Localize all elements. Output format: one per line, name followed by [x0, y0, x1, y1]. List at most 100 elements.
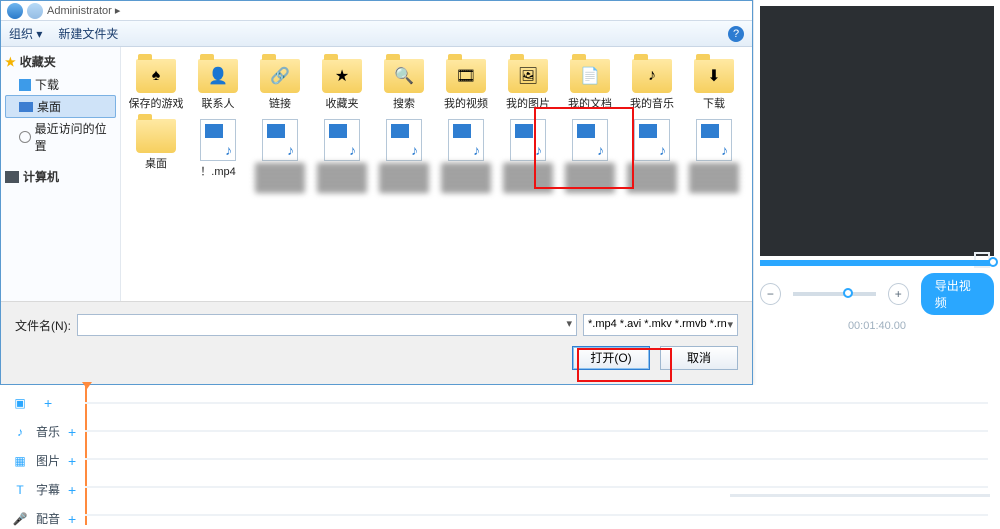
file-label-blurred [503, 163, 553, 193]
add-track-icon[interactable]: + [44, 395, 52, 411]
video-file-item[interactable] [249, 119, 311, 193]
video-file-icon [572, 119, 608, 161]
folder-item[interactable]: ★收藏夹 [311, 59, 373, 111]
track-lane[interactable] [85, 402, 988, 404]
folder-icon: 👤 [198, 59, 238, 93]
folder-label: 我的视频 [444, 95, 488, 111]
sidebar-item-recent[interactable]: 最近访问的位置 [5, 118, 116, 156]
file-name-input[interactable] [77, 314, 577, 336]
track-lane[interactable] [85, 430, 988, 432]
track-lane[interactable] [85, 458, 988, 460]
video-file-item[interactable] [621, 119, 683, 193]
sidebar-item-downloads[interactable]: 下载 [5, 74, 116, 95]
file-label: ！.mp4 [200, 163, 235, 179]
folder-label: 桌面 [145, 155, 167, 171]
video-file-item[interactable] [311, 119, 373, 193]
track-type-icon: ▦ [12, 454, 28, 468]
folder-icon: 🔍 [384, 59, 424, 93]
export-video-button[interactable]: 导出视频 [921, 273, 994, 315]
open-button[interactable]: 打开(O) [572, 346, 650, 370]
add-track-icon[interactable]: + [68, 424, 76, 440]
file-label-blurred [689, 163, 739, 193]
file-label-blurred [441, 163, 491, 193]
folder-label: 搜索 [393, 95, 415, 111]
computer-icon [5, 171, 19, 183]
file-label-blurred [379, 163, 429, 193]
video-file-icon [510, 119, 546, 161]
progress-knob-icon[interactable] [988, 257, 998, 267]
folder-label: 下载 [703, 95, 725, 111]
video-file-icon [696, 119, 732, 161]
desktop-icon [19, 102, 33, 112]
folder-item[interactable]: 📄 我的文档 [559, 59, 621, 111]
timeline-scrollbar[interactable] [730, 494, 990, 497]
video-file-item[interactable] [435, 119, 497, 193]
nav-back-icon[interactable] [7, 3, 23, 19]
sidebar-favorites-head[interactable]: ★ 收藏夹 [5, 53, 116, 70]
dialog-sidebar: ★ 收藏夹 下载 桌面 最近访问的位置 [1, 47, 121, 301]
video-file-item[interactable] [497, 119, 559, 193]
folder-label: 联系人 [202, 95, 235, 111]
new-folder-button[interactable]: 新建文件夹 [58, 25, 118, 42]
zoom-slider[interactable] [793, 292, 876, 296]
video-progress-bar[interactable] [760, 260, 994, 266]
folder-icon: 📄 [570, 59, 610, 93]
folder-item[interactable]: ⬇ 下载 [683, 59, 745, 111]
nav-fwd-icon[interactable] [27, 3, 43, 19]
file-open-dialog: Administrator ▸ 组织 ▾ 新建文件夹 ? ★ 收藏夹 下载 桌面 [0, 0, 753, 385]
track-header[interactable]: T 字幕 + [12, 481, 76, 498]
folder-item[interactable]: 🔍 搜索 [373, 59, 435, 111]
file-grid: ♠保存的游戏 👤 联系人 🔗链接★收藏夹 🔍 搜索 🎞 我的视频 🖼我的图片 📄 我的文档 ♪我的音乐… [121, 47, 752, 301]
folder-label: 我的文档 [568, 95, 612, 111]
folder-icon: 🎞 [446, 59, 486, 93]
track-header[interactable]: ♪音乐+ [12, 423, 76, 440]
cancel-button[interactable]: 取消 [660, 346, 738, 370]
folder-label: 链接 [269, 95, 291, 111]
video-file-item[interactable] [559, 119, 621, 193]
folder-item[interactable]: ♠保存的游戏 [125, 59, 187, 111]
add-track-icon[interactable]: + [68, 482, 76, 498]
grid-row: ♠保存的游戏 👤 联系人 🔗链接★收藏夹 🔍 搜索 🎞 我的视频 🖼我的图片 📄 我的文档 ♪我的音乐… [125, 55, 748, 115]
track-header[interactable]: ▣+ [12, 395, 76, 411]
folder-item[interactable]: ♪我的音乐 [621, 59, 683, 111]
video-file-item[interactable] [373, 119, 435, 193]
sidebar-item-desktop[interactable]: 桌面 [5, 95, 116, 118]
track-type-icon: ▣ [12, 396, 28, 410]
track-type-icon: T [12, 483, 28, 497]
timeline-editor [0, 385, 1000, 529]
video-file-item[interactable] [683, 119, 745, 193]
sidebar-computer-head[interactable]: 计算机 [5, 168, 116, 185]
track-label: 图片 [36, 452, 60, 469]
dialog-bottom-bar: 文件名(N): *.mp4 *.avi *.mkv *.rmvb *.rn 打开… [1, 301, 752, 384]
track-header[interactable]: ▦ 图片 + [12, 452, 76, 469]
folder-icon: 🖼 [508, 59, 548, 93]
file-type-dropdown[interactable]: *.mp4 *.avi *.mkv *.rmvb *.rn [583, 314, 738, 336]
track-lane[interactable] [85, 486, 988, 488]
video-file-icon [634, 119, 670, 161]
timecode-label: 00:01:40.00 [754, 320, 1000, 332]
video-file-item[interactable]: ！.mp4 [187, 119, 249, 193]
video-preview-panel: − + 导出视频 00:01:40.00 [753, 0, 1000, 340]
zoom-out-button[interactable]: − [760, 283, 781, 305]
video-viewport[interactable] [760, 6, 994, 256]
track-header[interactable]: 🎤配音+ [12, 510, 76, 527]
folder-label: 保存的游戏 [129, 95, 184, 111]
folder-item[interactable]: 🎞 我的视频 [435, 59, 497, 111]
zoom-in-button[interactable]: + [888, 283, 909, 305]
file-label-blurred [317, 163, 367, 193]
folder-item[interactable]: 桌面 [125, 119, 187, 193]
add-track-icon[interactable]: + [68, 511, 76, 527]
file-label-blurred [565, 163, 615, 193]
organize-menu[interactable]: 组织 ▾ [9, 25, 42, 42]
folder-icon: ⬇ [694, 59, 734, 93]
track-label: 字幕 [36, 481, 60, 498]
folder-item[interactable]: 🔗链接 [249, 59, 311, 111]
folder-item[interactable]: 🖼我的图片 [497, 59, 559, 111]
add-track-icon[interactable]: + [68, 453, 76, 469]
download-icon [19, 79, 31, 91]
playhead-indicator[interactable] [85, 385, 87, 525]
folder-item[interactable]: 👤 联系人 [187, 59, 249, 111]
help-icon[interactable]: ? [728, 26, 744, 42]
folder-icon: ★ [322, 59, 362, 93]
track-lane[interactable] [85, 514, 988, 516]
